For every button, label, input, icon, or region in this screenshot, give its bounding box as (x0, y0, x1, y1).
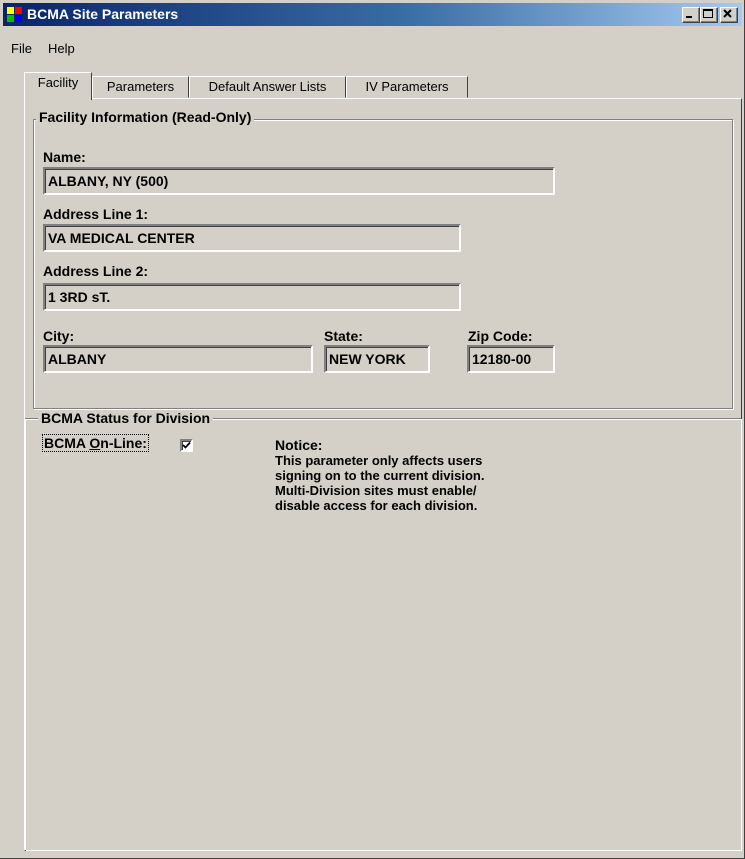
state-label: State: (324, 328, 363, 344)
bcma-online-label[interactable]: BCMA On-Line: (42, 434, 149, 452)
bcma-site-parameters-window: BCMA Site Parameters File Help Facility … (0, 0, 745, 859)
notice-line-2: signing on to the current division. (275, 468, 485, 483)
app-icon[interactable] (7, 7, 23, 23)
state-field[interactable]: NEW YORK (324, 345, 430, 373)
maximize-button[interactable] (700, 7, 718, 23)
maximize-icon (703, 9, 713, 18)
notice-title: Notice: (275, 437, 323, 453)
city-field[interactable]: ALBANY (43, 345, 313, 373)
tab-iv-parameters[interactable]: IV Parameters (346, 76, 468, 98)
menu-help[interactable]: Help (40, 38, 83, 60)
address-line-1-label: Address Line 1: (43, 206, 149, 222)
bcma-online-checkbox[interactable] (180, 439, 193, 452)
minimize-button[interactable] (682, 7, 700, 23)
zip-code-field[interactable]: 12180-00 (467, 345, 555, 373)
notice-line-3: Multi-Division sites must enable/ (275, 483, 477, 498)
tab-default-answer-lists[interactable]: Default Answer Lists (189, 76, 346, 98)
notice-block: Notice: This parameter only affects user… (275, 437, 485, 514)
minimize-icon (686, 16, 692, 18)
tab-iv-parameters-label: IV Parameters (365, 79, 449, 94)
title-bar[interactable]: BCMA Site Parameters (3, 3, 742, 26)
facility-info-group-title: Facility Information (Read-Only) (36, 109, 255, 125)
zip-code-label: Zip Code: (468, 328, 533, 344)
tab-parameters[interactable]: Parameters (92, 76, 189, 98)
window-title: BCMA Site Parameters (27, 6, 179, 22)
facility-tab-panel: Facility Information (Read-Only) Name: A… (24, 98, 742, 851)
tab-default-answer-lists-label: Default Answer Lists (208, 79, 327, 94)
menu-bar: File Help (3, 38, 83, 60)
menu-file[interactable]: File (3, 38, 40, 60)
name-field[interactable]: ALBANY, NY (500) (43, 167, 555, 195)
address-line-2-label: Address Line 2: (43, 263, 149, 279)
close-icon (723, 9, 732, 18)
division-status-group-title: BCMA Status for Division (38, 410, 214, 426)
notice-line-1: This parameter only affects users (275, 453, 483, 468)
close-button[interactable] (720, 7, 738, 23)
checkmark-icon (182, 441, 191, 449)
city-label: City: (43, 328, 75, 344)
address-line-1-field[interactable]: VA MEDICAL CENTER (43, 224, 461, 252)
tab-facility[interactable]: Facility (24, 72, 92, 100)
tab-facility-label: Facility (37, 75, 79, 90)
name-label: Name: (43, 149, 86, 165)
notice-line-4: disable access for each division. (275, 498, 478, 513)
address-line-2-field[interactable]: 1 3RD sT. (43, 283, 461, 311)
tab-parameters-label: Parameters (106, 79, 175, 94)
